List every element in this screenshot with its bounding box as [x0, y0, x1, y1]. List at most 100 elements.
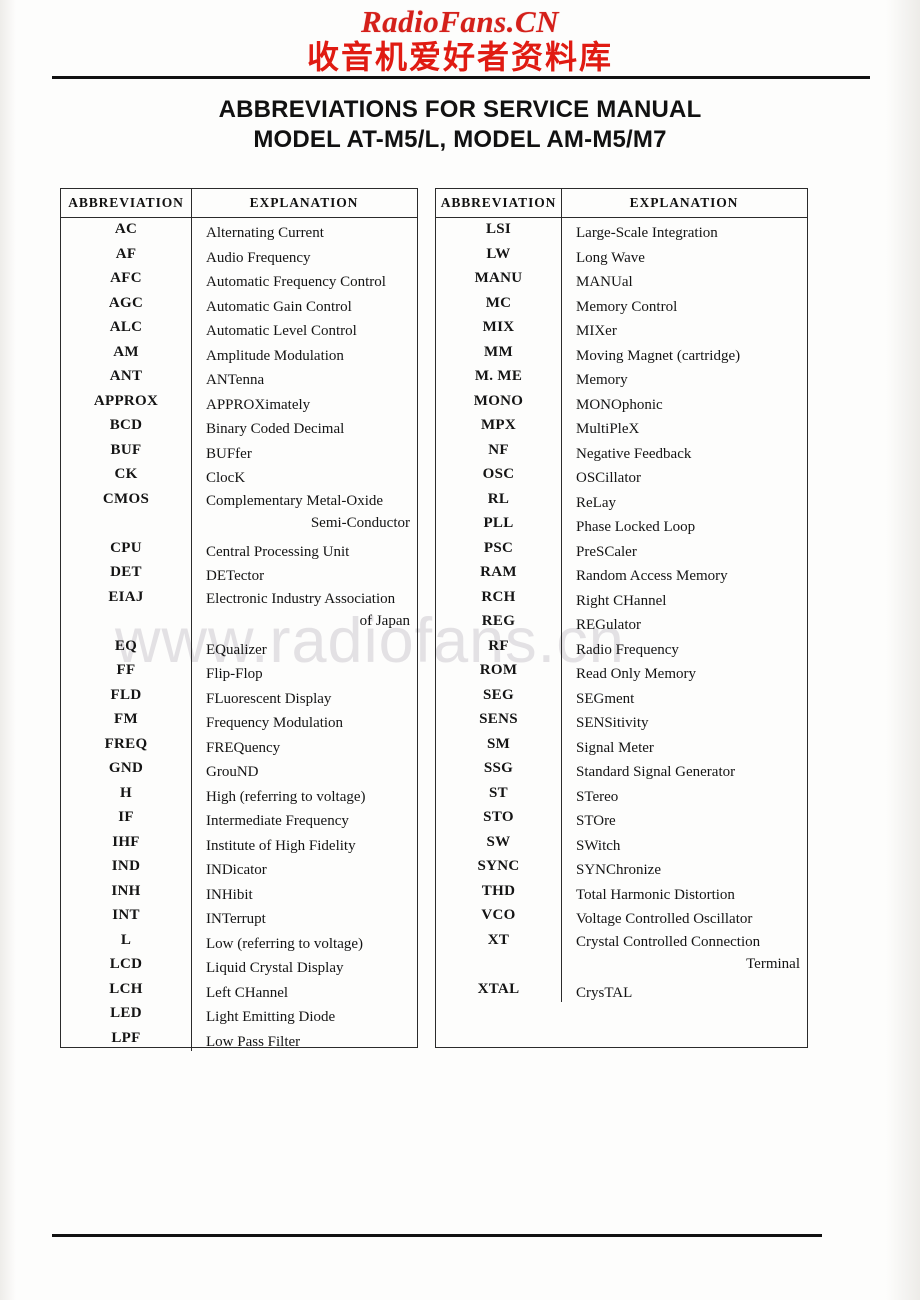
abbreviation-cell: THD: [436, 879, 562, 904]
table-row: M. ME Memory: [436, 365, 807, 390]
table-row: LSI Large-Scale Integration: [436, 218, 807, 243]
explanation-cell: Intermediate Frequency: [206, 813, 349, 829]
explanation-cell: Amplitude Modulation: [206, 347, 344, 364]
explanation-cell: SWitch: [576, 837, 621, 854]
explanation-line-1: Complementary Metal-Oxide: [206, 492, 384, 509]
abbreviation-cell: SSG: [436, 757, 562, 782]
explanation-cell: Memory: [576, 372, 628, 388]
abbreviation-cell: LPF: [61, 1026, 192, 1051]
page-title-line-1: ABBREVIATIONS FOR SERVICE MANUAL: [218, 96, 702, 123]
abbreviation-cell: LCD: [61, 953, 192, 978]
table-row: LCH Left CHannel: [61, 977, 417, 1002]
table-row: MONO MONOphonic: [436, 389, 807, 414]
explanation-cell: INTerrupt: [206, 911, 266, 927]
table-row: NF Negative Feedback: [436, 438, 807, 463]
explanation-cell: PreSCaler: [576, 543, 637, 560]
table-row: MANU MANUal: [436, 267, 807, 292]
header-rule: [52, 76, 870, 79]
abbreviation-cell: FREQ: [61, 732, 192, 757]
table-row: AFC Automatic Frequency Control: [61, 267, 417, 292]
explanation-cell: GrouND: [206, 764, 259, 780]
table-row: INH INHibit: [61, 879, 417, 904]
abbreviation-cell: RAM: [436, 561, 562, 586]
abbreviation-cell: NF: [436, 438, 562, 463]
abbreviation-cell: REG: [436, 610, 562, 635]
table-row: MIX MIXer: [436, 316, 807, 341]
table-row: ROM Read Only Memory: [436, 659, 807, 684]
abbreviation-cell: SEG: [436, 683, 562, 708]
explanation-cell: Central Processing Unit: [206, 543, 350, 560]
explanation-cell: SENSitivity: [576, 715, 649, 731]
table-row: RF Radio Frequency: [436, 634, 807, 659]
explanation-cell: Signal Meter: [576, 739, 654, 756]
abbreviation-cell: H: [61, 781, 192, 806]
abbreviation-cell: OSC: [436, 463, 562, 488]
table-row: FM Frequency Modulation: [61, 708, 417, 733]
table-row: INT INTerrupt: [61, 904, 417, 929]
table-row: LW Long Wave: [436, 242, 807, 267]
explanation-cell: Low Pass Filter: [206, 1033, 301, 1050]
abbreviation-cell: IHF: [61, 830, 192, 855]
abbreviation-cell: EIAJ: [61, 585, 192, 635]
explanation-cell: CrysTAL: [576, 984, 633, 1001]
explanation-cell: Phase Locked Loop: [576, 519, 696, 535]
table-row: SYNC SYNChronize: [436, 855, 807, 880]
abbreviation-cell: MC: [436, 291, 562, 316]
abbreviation-cell: ROM: [436, 659, 562, 684]
abbreviation-cell: EQ: [61, 634, 192, 659]
table-row: SEG SEGment: [436, 683, 807, 708]
table-row: OSC OSCillator: [436, 463, 807, 488]
table-row: XT Crystal Controlled Connection Terminal: [436, 928, 807, 978]
explanation-cell: Automatic Frequency Control: [206, 274, 386, 290]
explanation-cell: Read Only Memory: [576, 666, 696, 682]
explanation-cell: Automatic Level Control: [206, 323, 357, 339]
explanation-cell: Alternating Current: [206, 225, 324, 241]
abbreviation-cell: GND: [61, 757, 192, 782]
explanation-cell: Audio Frequency: [206, 249, 311, 266]
explanation-cell: MultiPleX: [576, 421, 640, 437]
abbreviation-cell: L: [61, 928, 192, 953]
explanation-cell: Electronic Industry Association of Japan: [192, 586, 416, 633]
abbreviation-cell: AC: [61, 218, 192, 243]
table-row: FREQ FREQuency: [61, 732, 417, 757]
abbreviation-cell: MANU: [436, 267, 562, 292]
table-row: ANT ANTenna: [61, 365, 417, 390]
explanation-cell: Voltage Controlled Oscillator: [576, 911, 753, 927]
table-row: IHF Institute of High Fidelity: [61, 830, 417, 855]
explanation-cell: Standard Signal Generator: [576, 764, 736, 780]
abbreviation-cell: CMOS: [61, 487, 192, 537]
table-row: MC Memory Control: [436, 291, 807, 316]
abbreviation-cell: APPROX: [61, 389, 192, 414]
explanation-cell: Left CHannel: [206, 984, 289, 1001]
abbreviation-cell: RCH: [436, 585, 562, 610]
table-row: ST STereo: [436, 781, 807, 806]
table-row: EQ EQualizer: [61, 634, 417, 659]
column-header-explanation: EXPLANATION: [249, 195, 359, 210]
abbreviation-table-left: ABBREVIATION EXPLANATION AC Alternating C…: [60, 188, 418, 1051]
explanation-cell: Flip-Flop: [206, 666, 263, 682]
abbreviation-cell: ALC: [61, 316, 192, 341]
explanation-cell: Total Harmonic Distortion: [576, 886, 735, 903]
scan-edge-right: [886, 0, 920, 1300]
scan-edge-left: [0, 0, 16, 1300]
table-row: RCH Right CHannel: [436, 585, 807, 610]
table-row: ALC Automatic Level Control: [61, 316, 417, 341]
page-title-line-2: MODEL AT-M5/L, MODEL AM-M5/M7: [253, 126, 667, 153]
footer-rule: [52, 1234, 822, 1237]
table-row: STO STOre: [436, 806, 807, 831]
table-row: AF Audio Frequency: [61, 242, 417, 267]
table-row: SW SWitch: [436, 830, 807, 855]
table-row: BUF BUFfer: [61, 438, 417, 463]
abbreviation-cell: RL: [436, 487, 562, 512]
table-row: H High (referring to voltage): [61, 781, 417, 806]
abbreviation-cell: INT: [61, 904, 192, 929]
abbreviation-table-right: ABBREVIATION EXPLANATION LSI Large-Scale …: [435, 188, 808, 1048]
abbreviation-cell: INH: [61, 879, 192, 904]
abbreviation-cell: DET: [61, 561, 192, 586]
table-row: LCD Liquid Crystal Display: [61, 953, 417, 978]
abbreviation-cell: SENS: [436, 708, 562, 733]
explanation-cell: Moving Magnet (cartridge): [576, 347, 741, 364]
table-row: IND INDicator: [61, 855, 417, 880]
explanation-cell: Liquid Crystal Display: [206, 960, 344, 976]
table-row: AC Alternating Current: [61, 218, 417, 243]
